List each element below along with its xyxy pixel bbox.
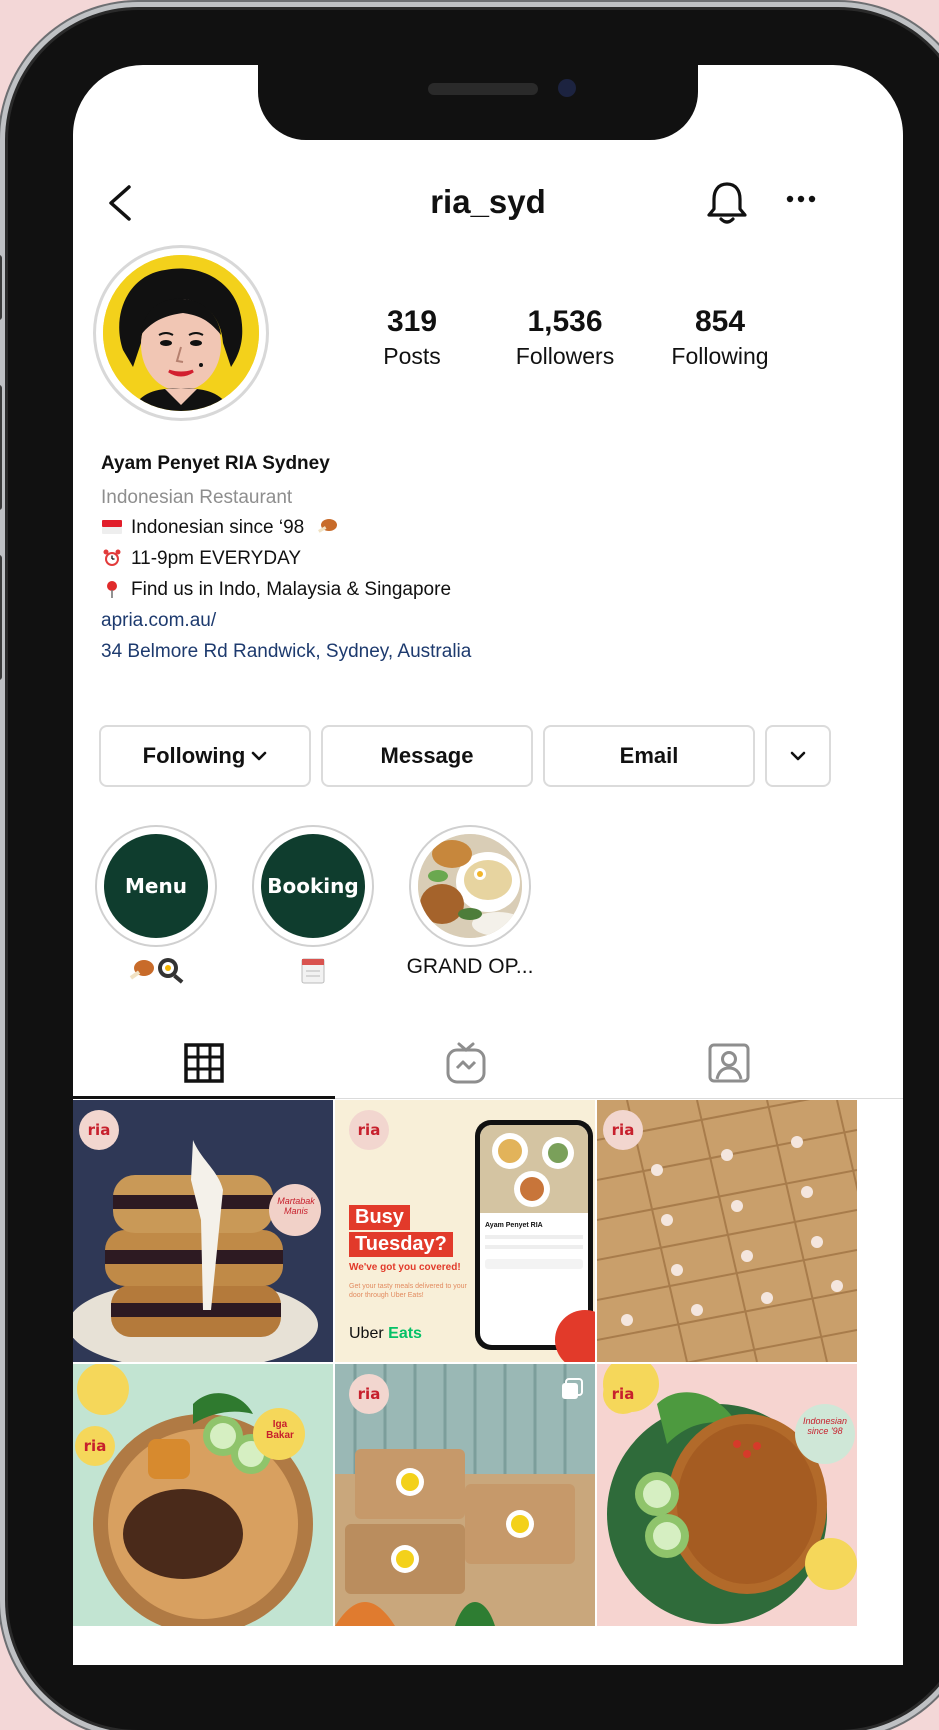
carousel-post-icon	[562, 1378, 583, 1399]
post-thumbnail-martabak[interactable]: ria Martabak Manis	[73, 1100, 333, 1362]
silent-switch	[0, 255, 2, 320]
profile-website-link[interactable]: apria.com.au/	[101, 610, 216, 632]
profile-avatar[interactable]	[93, 245, 269, 421]
highlight-menu[interactable]: Menu	[95, 825, 217, 984]
tab-tagged[interactable]	[590, 1030, 867, 1096]
earpiece-speaker	[428, 83, 538, 95]
bio-line-1-text: Indonesian since ‘98	[131, 517, 305, 538]
posts-stat[interactable]: 319 Posts	[356, 305, 468, 370]
poultry-leg-and-frying-pan-icon	[129, 958, 184, 984]
phone-mockup-lines-2	[485, 1245, 583, 1249]
following-button-label: Following	[142, 743, 246, 768]
tagged-person-icon	[708, 1043, 749, 1083]
post-thumbnail-busy-tuesday[interactable]: ria Busy Tuesday? We've got you covered!…	[335, 1100, 595, 1362]
email-button-label: Email	[619, 743, 679, 768]
ria-logo-badge: ria	[75, 1426, 115, 1466]
bio-line-3-text: Find us in Indo, Malaysia & Singapore	[131, 579, 452, 600]
highlight-grand-opening-cover	[418, 834, 522, 938]
profile-category: Indonesian Restaurant	[101, 487, 293, 508]
ria-logo-badge: ria	[349, 1110, 389, 1150]
ria-logo-badge: ria	[603, 1110, 643, 1150]
following-stat[interactable]: 854 Following	[656, 305, 784, 370]
highlight-grand-opening-label: GRAND OP...	[406, 955, 534, 978]
highlight-grand-opening[interactable]: GRAND OP...	[407, 825, 533, 978]
profile-username: ria_syd	[430, 183, 546, 220]
chevron-down-icon	[252, 751, 267, 761]
uber-eats-logo: Uber Eats	[349, 1325, 422, 1343]
highlight-menu-ring: Menu	[95, 825, 217, 947]
highlight-booking-cover: Booking	[261, 834, 365, 938]
active-tab-indicator	[73, 1096, 335, 1099]
ria-logo-badge: ria	[603, 1374, 643, 1414]
busy-small-text: Get your tasty meals delivered to your d…	[349, 1283, 467, 1299]
busy-title-line-1: Busy	[349, 1205, 410, 1230]
indonesia-flag-icon	[102, 520, 122, 534]
volume-down-button	[0, 555, 2, 680]
post-thumbnail-takeaway-boxes[interactable]: ria	[597, 1100, 857, 1362]
avatar-illustration	[103, 255, 259, 411]
profile-display-name: Ayam Penyet RIA Sydney	[101, 453, 330, 474]
phone-frame: ria_syd 319 Posts 1,536 Followers 854 Fo…	[0, 10, 939, 1730]
iga-sticker-text: Iga Bakar	[266, 1419, 294, 1441]
followers-stat[interactable]: 1,536 Followers	[499, 305, 631, 370]
highlight-menu-cover: Menu	[104, 834, 208, 938]
following-label: Following	[671, 343, 769, 369]
tab-igtv[interactable]	[327, 1030, 604, 1096]
more-options-icon[interactable]	[785, 189, 817, 209]
volume-up-button	[0, 385, 2, 510]
posts-count: 319	[386, 305, 438, 338]
chevron-down-icon	[790, 751, 806, 761]
busy-subtitle: We've got you covered!	[349, 1262, 461, 1273]
following-button[interactable]: Following	[99, 725, 311, 787]
highlight-booking[interactable]: Booking	[252, 825, 374, 984]
phone-mockup-lines	[485, 1235, 583, 1239]
food-spread-photo	[480, 1125, 588, 1213]
profile-tabs	[73, 1030, 903, 1099]
post-thumbnail-ayam-geprek[interactable]: Indonesian since '98 ria	[597, 1364, 857, 1626]
message-button[interactable]: Message	[321, 725, 533, 787]
suggested-accounts-button[interactable]	[765, 725, 831, 787]
bio-line-1: Indonesian since ‘98	[101, 517, 338, 539]
uber-eats-logo-uber: Uber	[349, 1325, 384, 1342]
poultry-leg-icon	[317, 519, 337, 533]
uber-eats-logo-eats: Eats	[388, 1325, 422, 1342]
phone-notch	[258, 65, 698, 140]
posts-label: Posts	[383, 343, 441, 369]
igtv-icon	[446, 1042, 485, 1084]
message-button-label: Message	[380, 743, 474, 768]
email-button[interactable]: Email	[543, 725, 755, 787]
busy-title-line-2: Tuesday?	[349, 1232, 453, 1257]
grid-icon	[183, 1043, 224, 1083]
martabak-sticker-text: Martabak Manis	[277, 1196, 315, 1216]
profile-address-link[interactable]: 34 Belmore Rd Randwick, Sydney, Australi…	[101, 641, 471, 663]
highlight-grand-opening-ring	[409, 825, 531, 947]
post-thumbnail-restaurant-boxes[interactable]: ria	[335, 1364, 595, 1626]
calendar-notepad-icon	[301, 958, 325, 984]
app-screen: ria_syd 319 Posts 1,536 Followers 854 Fo…	[73, 65, 903, 1665]
followers-label: Followers	[515, 343, 615, 369]
phone-mockup-title: Ayam Penyet RIA	[485, 1222, 543, 1229]
bio-line-2: 11-9pm EVERYDAY	[101, 548, 301, 570]
bell-icon[interactable]	[705, 179, 749, 227]
ria-logo-badge: ria	[79, 1110, 119, 1150]
followers-count: 1,536	[527, 305, 603, 338]
following-count: 854	[694, 305, 746, 338]
location-pin-icon	[107, 581, 117, 598]
indonesian-since-sticker: Indonesian since '98	[802, 1416, 848, 1436]
highlight-booking-ring: Booking	[252, 825, 374, 947]
front-camera	[558, 79, 576, 97]
iga-bakar-photo	[73, 1364, 333, 1626]
phone-mockup-lines-3	[485, 1259, 583, 1269]
post-thumbnail-iga-bakar[interactable]: Iga Bakar ria	[73, 1364, 333, 1626]
tab-posts-grid[interactable]	[73, 1030, 342, 1096]
ria-logo-badge: ria	[349, 1374, 389, 1414]
bio-line-2-text: 11-9pm EVERYDAY	[131, 548, 302, 569]
alarm-clock-icon	[103, 549, 121, 566]
bio-line-3: Find us in Indo, Malaysia & Singapore	[101, 579, 451, 601]
